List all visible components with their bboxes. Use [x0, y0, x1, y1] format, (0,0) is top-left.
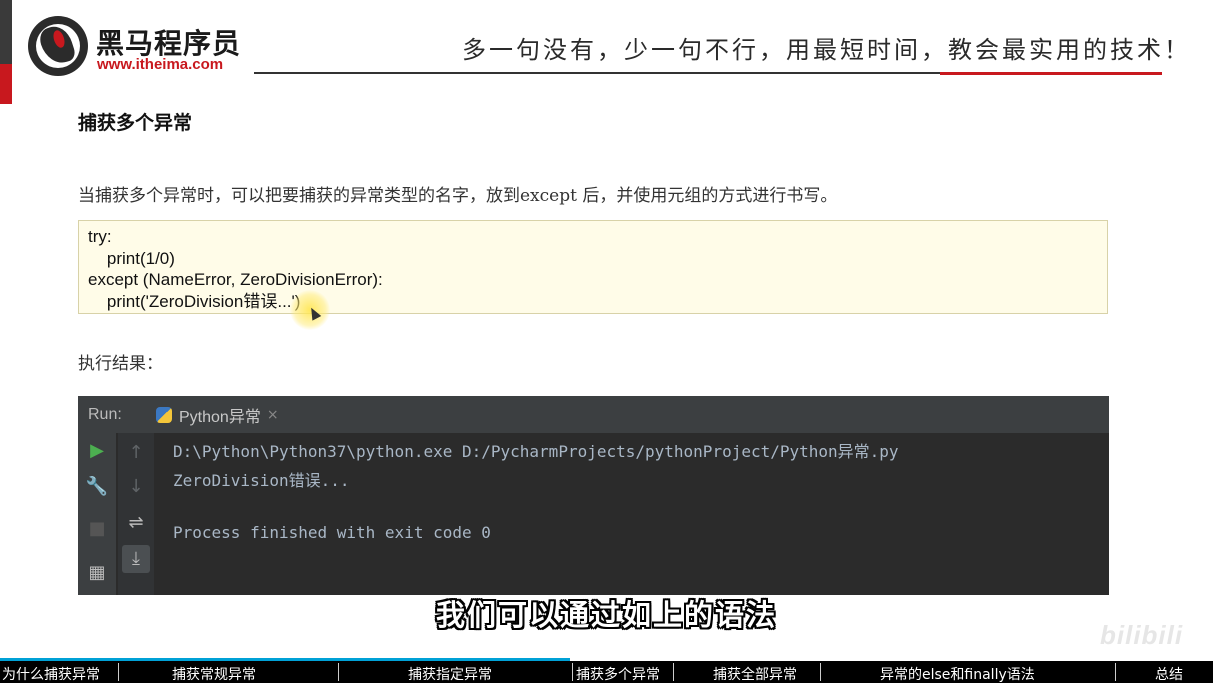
stop-icon[interactable]: ■: [85, 519, 109, 539]
chapter-separator: [118, 663, 119, 681]
console-line: D:\Python\Python37\python.exe D:/Pycharm…: [173, 442, 899, 461]
run-toolbar-left: ▶ 🔧 ■ ▦: [78, 433, 116, 595]
run-icon[interactable]: ▶: [85, 441, 109, 461]
code-block: try: print(1/0) except (NameError, ZeroD…: [78, 220, 1108, 314]
run-toolbar-right: ↑ ↓ ⇌ ⤓: [118, 433, 154, 595]
video-progress-bar[interactable]: [0, 658, 571, 661]
arrow-down-icon[interactable]: ↓: [124, 477, 148, 497]
run-panel: Run: Python异常 × ▶ 🔧 ■ ▦ ↑ ↓ ⇌ ⤓ D:\Pytho…: [78, 396, 1109, 595]
left-accent-dark: [0, 0, 12, 64]
layout-icon[interactable]: ▦: [85, 563, 109, 583]
chapter-separator: [820, 663, 821, 681]
python-icon: [156, 406, 172, 423]
logo-icon: [28, 16, 88, 76]
chapter-separator: [673, 663, 674, 681]
wrench-icon[interactable]: 🔧: [85, 477, 109, 497]
left-accent-red: [0, 64, 12, 104]
section-title: 捕获多个异常: [78, 112, 193, 134]
header-divider-accent: [940, 72, 1162, 75]
chapter-item-active[interactable]: 捕获多个异常: [576, 664, 660, 684]
brand-url: www.itheima.com: [97, 56, 224, 73]
chapter-item[interactable]: 捕获常规异常: [172, 664, 256, 684]
soft-wrap-icon[interactable]: ⇌: [124, 513, 148, 533]
code-line: try:: [88, 227, 112, 246]
chapter-item[interactable]: 总结: [1155, 664, 1183, 684]
code-line: print('ZeroDivision错误...'): [88, 291, 301, 311]
video-subtitle: 我们可以通过如上的语法: [435, 598, 777, 632]
chapter-item[interactable]: 捕获指定异常: [408, 664, 492, 684]
chapter-item[interactable]: 异常的else和finally语法: [880, 664, 1035, 684]
chapter-item[interactable]: 捕获全部异常: [713, 664, 797, 684]
close-icon[interactable]: ×: [267, 407, 279, 423]
code-line: except (NameError, ZeroDivisionError):: [88, 270, 383, 289]
scroll-to-end-icon[interactable]: ⤓: [122, 545, 150, 573]
run-label: Run:: [88, 406, 122, 423]
console-line: ZeroDivision错误...: [173, 471, 350, 490]
run-tab-python[interactable]: Python异常 ×: [148, 396, 287, 433]
slogan: 多一句没有，少一句不行，用最短时间，教会最实用的技术！: [462, 36, 1191, 64]
run-tab-label: Python异常: [179, 408, 261, 426]
code-line: print(1/0): [88, 248, 175, 268]
chapter-separator: [572, 663, 573, 681]
chapter-separator: [1115, 663, 1116, 681]
run-panel-header: Run: Python异常 ×: [78, 396, 1109, 433]
description: 当捕获多个异常时，可以把要捕获的异常类型的名字，放到except 后，并使用元组…: [78, 186, 838, 206]
console-line: Process finished with exit code 0: [173, 523, 491, 542]
chapter-item[interactable]: 为什么捕获异常: [2, 664, 100, 684]
chapter-separator: [338, 663, 339, 681]
bilibili-watermark: bilibili: [1100, 620, 1184, 650]
arrow-up-icon[interactable]: ↑: [124, 443, 148, 463]
result-label: 执行结果：: [78, 354, 163, 374]
